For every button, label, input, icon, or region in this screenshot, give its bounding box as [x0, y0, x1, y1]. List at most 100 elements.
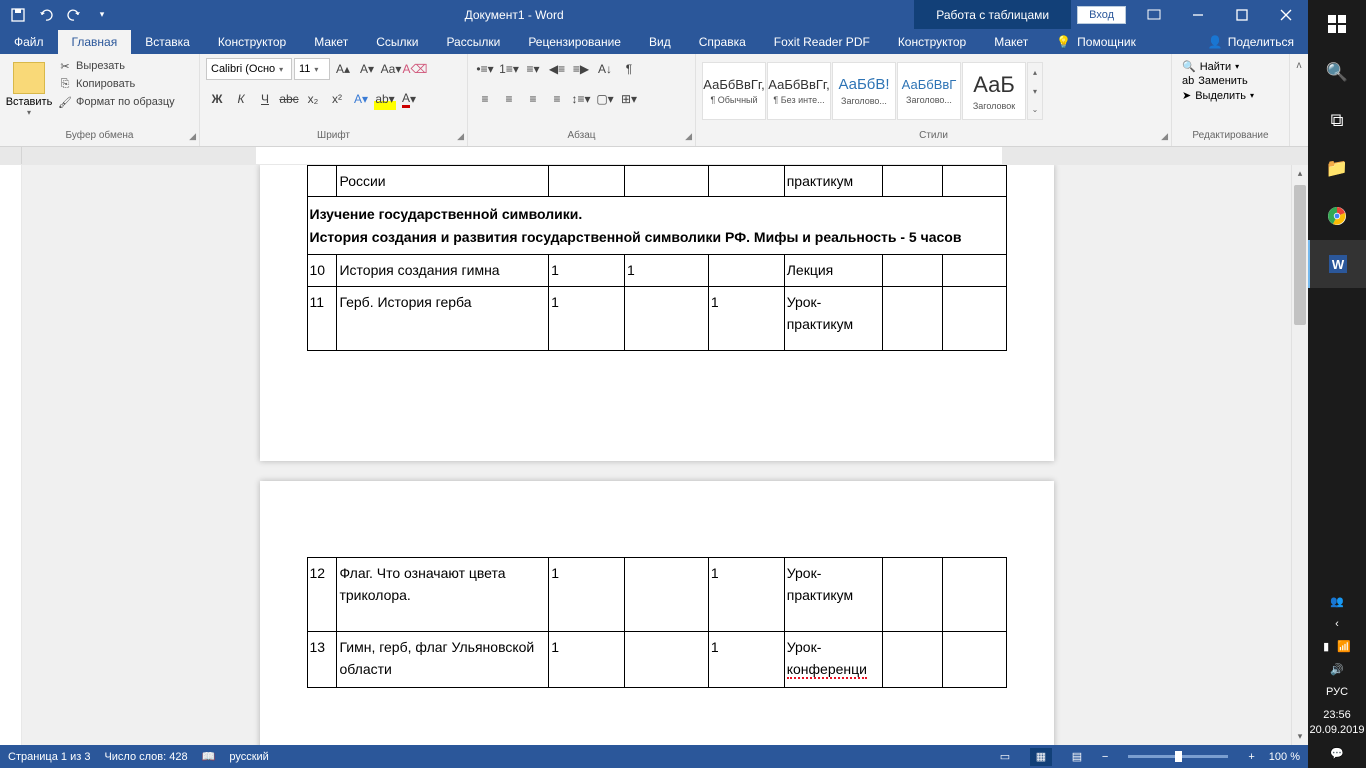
zoom-in-icon[interactable]: +	[1248, 751, 1254, 763]
show-marks-button[interactable]: ¶	[618, 58, 640, 80]
replace-button[interactable]: abЗаменить	[1182, 75, 1254, 87]
search-icon[interactable]: 🔍	[1308, 48, 1366, 96]
tab-references[interactable]: Ссылки	[362, 30, 432, 54]
copy-button[interactable]: ⎘Копировать	[56, 76, 177, 92]
clear-format-button[interactable]: A⌫	[404, 58, 426, 80]
format-painter-button[interactable]: 🖌Формат по образцу	[56, 94, 177, 110]
print-layout-icon[interactable]: ▦	[1030, 748, 1052, 766]
scroll-down-icon[interactable]: ▾	[1292, 728, 1308, 745]
minimize-icon[interactable]	[1176, 0, 1220, 29]
redo-icon[interactable]	[62, 3, 86, 27]
web-layout-icon[interactable]: ▤	[1066, 748, 1088, 766]
cut-button[interactable]: ✂Вырезать	[56, 58, 177, 74]
tab-file[interactable]: Файл	[0, 30, 58, 54]
collapse-ribbon-icon[interactable]: ʌ	[1290, 54, 1308, 146]
maximize-icon[interactable]	[1220, 0, 1264, 29]
clipboard-dialog-icon[interactable]: ◢	[189, 131, 196, 142]
tell-me[interactable]: 💡Помощник	[1042, 30, 1150, 54]
document-scroll[interactable]: Россиипрактикум Изучение государственной…	[22, 165, 1291, 745]
table-row[interactable]: Россиипрактикум	[307, 166, 1006, 197]
start-icon[interactable]	[1308, 0, 1366, 48]
scrollbar-vertical[interactable]: ▴ ▾	[1291, 165, 1308, 745]
close-icon[interactable]	[1264, 0, 1308, 29]
action-center-icon[interactable]: 💬	[1330, 747, 1344, 760]
proofing-icon[interactable]: 📖	[202, 750, 216, 763]
battery-icon[interactable]: ▮	[1323, 640, 1329, 653]
paragraph-dialog-icon[interactable]: ◢	[685, 131, 692, 142]
volume-icon[interactable]: 🔊	[1330, 663, 1344, 676]
styles-more[interactable]: ▴▾⌄	[1027, 62, 1043, 120]
table-row[interactable]: 10История создания гимна11Лекция	[307, 255, 1006, 286]
style-h1[interactable]: АаБбВ!Заголово...	[832, 62, 896, 120]
tab-view[interactable]: Вид	[635, 30, 685, 54]
sort-button[interactable]: A↓	[594, 58, 616, 80]
language-status[interactable]: русский	[229, 751, 268, 763]
tab-layout[interactable]: Макет	[300, 30, 362, 54]
multilevel-button[interactable]: ≡▾	[522, 58, 544, 80]
text-effects-button[interactable]: A▾	[350, 88, 372, 110]
table-row-section[interactable]: Изучение государственной символики.Истор…	[307, 197, 1006, 255]
explorer-icon[interactable]: 📁	[1308, 144, 1366, 192]
paste-button[interactable]: Вставить ▾	[6, 58, 52, 117]
tab-design[interactable]: Конструктор	[204, 30, 300, 54]
shrink-font-button[interactable]: A▾	[356, 58, 378, 80]
underline-button[interactable]: Ч	[254, 88, 276, 110]
login-button[interactable]: Вход	[1077, 6, 1126, 24]
tray-chevron-icon[interactable]: ‹	[1335, 618, 1339, 630]
document-table-2[interactable]: 12Флаг. Что означают цвета триколора.11У…	[307, 557, 1007, 688]
tab-help[interactable]: Справка	[685, 30, 760, 54]
style-h2[interactable]: АаБбВвГЗаголово...	[897, 62, 961, 120]
word-count[interactable]: Число слов: 428	[104, 751, 187, 763]
numbering-button[interactable]: 1≡▾	[498, 58, 520, 80]
table-row[interactable]: 12Флаг. Что означают цвета триколора.11У…	[307, 557, 1006, 631]
style-no-spacing[interactable]: АаБбВвГг,¶ Без инте...	[767, 62, 831, 120]
bullets-button[interactable]: •≡▾	[474, 58, 496, 80]
style-normal[interactable]: АаБбВвГг,¶ Обычный	[702, 62, 766, 120]
select-button[interactable]: ➤Выделить▾	[1182, 89, 1254, 102]
tab-mailings[interactable]: Рассылки	[432, 30, 514, 54]
grow-font-button[interactable]: A▴	[332, 58, 354, 80]
read-mode-icon[interactable]: ▭	[994, 748, 1016, 766]
font-dialog-icon[interactable]: ◢	[457, 131, 464, 142]
zoom-out-icon[interactable]: −	[1102, 751, 1108, 763]
qat-customize-icon[interactable]: ▾	[90, 3, 114, 27]
superscript-button[interactable]: x²	[326, 88, 348, 110]
tab-insert[interactable]: Вставка	[131, 30, 204, 54]
font-name-combo[interactable]: Calibri (Осно▾	[206, 58, 292, 80]
chrome-icon[interactable]	[1308, 192, 1366, 240]
task-view-icon[interactable]: ⧉	[1308, 96, 1366, 144]
highlight-button[interactable]: ab▾	[374, 88, 396, 110]
save-icon[interactable]	[6, 3, 30, 27]
tab-foxit[interactable]: Foxit Reader PDF	[760, 30, 884, 54]
table-row[interactable]: 13Гимн, герб, флаг Ульяновской области11…	[307, 631, 1006, 687]
change-case-button[interactable]: Aa▾	[380, 58, 402, 80]
taskbar-language[interactable]: РУС	[1326, 686, 1348, 698]
font-color-button[interactable]: A▾	[398, 88, 420, 110]
table-row[interactable]: 11Герб. История герба11Урок-практикум	[307, 286, 1006, 350]
undo-icon[interactable]	[34, 3, 58, 27]
align-right-button[interactable]: ≡	[522, 88, 544, 110]
font-size-combo[interactable]: 11▾	[294, 58, 330, 80]
page-status[interactable]: Страница 1 из 3	[8, 751, 90, 763]
decrease-indent-button[interactable]: ◀≡	[546, 58, 568, 80]
style-title[interactable]: АаБЗаголовок	[962, 62, 1026, 120]
find-button[interactable]: 🔍Найти▾	[1182, 60, 1254, 73]
scroll-up-icon[interactable]: ▴	[1292, 165, 1308, 182]
styles-dialog-icon[interactable]: ◢	[1161, 131, 1168, 142]
line-spacing-button[interactable]: ↕≡▾	[570, 88, 592, 110]
shading-button[interactable]: ▢▾	[594, 88, 616, 110]
italic-button[interactable]: К	[230, 88, 252, 110]
ruler-vertical[interactable]	[0, 165, 22, 745]
scroll-thumb[interactable]	[1294, 185, 1306, 325]
borders-button[interactable]: ⊞▾	[618, 88, 640, 110]
zoom-slider[interactable]	[1128, 755, 1228, 758]
zoom-level[interactable]: 100 %	[1269, 751, 1300, 763]
ribbon-display-icon[interactable]	[1132, 0, 1176, 29]
ruler-horizontal[interactable]	[0, 147, 1308, 165]
wifi-icon[interactable]: 📶	[1337, 640, 1351, 653]
people-icon[interactable]: 👥	[1330, 595, 1344, 608]
share-button[interactable]: 👤Поделиться	[1194, 30, 1308, 54]
align-center-button[interactable]: ≡	[498, 88, 520, 110]
bold-button[interactable]: Ж	[206, 88, 228, 110]
tab-table-design[interactable]: Конструктор	[884, 30, 980, 54]
